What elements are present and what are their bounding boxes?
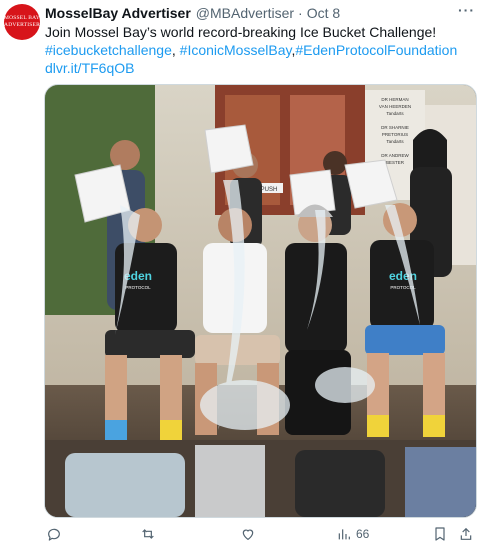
author-name[interactable]: MosselBay Advertiser (45, 5, 191, 21)
avatar-text-line-2: ADVERTISER (4, 22, 40, 28)
action-bar: 66 (44, 520, 475, 548)
author-handle[interactable]: @MBAdvertiser (196, 5, 294, 21)
more-options-icon[interactable]: ··· (458, 2, 475, 18)
tweet-header: MosselBay Advertiser @MBAdvertiser · Oct… (45, 4, 475, 22)
share-icon (460, 527, 472, 540)
hashtag-edenprotocolfoundation[interactable]: #EdenProtocolFoundation (295, 42, 457, 58)
reply-icon (48, 528, 60, 541)
retweet-button[interactable] (140, 526, 156, 542)
like-button[interactable] (240, 526, 256, 542)
views-icon (338, 529, 350, 540)
tweet-photo[interactable]: DR HERMAN VAN HEERDEN Tandarts DR SHARNI… (44, 84, 477, 518)
shirt-logo-sub: PROTOCOL (125, 285, 151, 290)
photo-scene: DR HERMAN VAN HEERDEN Tandarts DR SHARNI… (45, 85, 476, 517)
hashtag-separator: , (171, 42, 180, 58)
bookmark-icon (435, 527, 445, 541)
sign-line: PRETORIUS (382, 132, 408, 137)
separator-dot: · (298, 5, 303, 21)
share-button[interactable] (458, 526, 474, 542)
sign-line: VAN HEERDEN (379, 104, 411, 109)
avatar[interactable]: MOSSEL BAY ADVERTISER (4, 4, 40, 40)
views-count: 66 (356, 527, 370, 541)
like-icon (242, 529, 254, 541)
reply-button[interactable] (46, 526, 62, 542)
sign-line: BESTER (386, 160, 405, 165)
hashtag-iconicmosselbay[interactable]: #IconicMosselBay (180, 42, 292, 58)
sign-line: DR SHARNIE (381, 125, 409, 130)
tweet-text-line: Join Mossel Bay’s world record-breaking … (45, 24, 437, 40)
tweet-text: Join Mossel Bay’s world record-breaking … (45, 23, 475, 77)
sign-line: DR ANDREW (381, 153, 409, 158)
bookmark-button[interactable] (432, 526, 448, 542)
sign-line: DR HERMAN (381, 97, 408, 102)
tweet-link[interactable]: dlvr.it/TF6qOB (45, 60, 134, 76)
avatar-text-line-1: MOSSEL BAY (4, 15, 40, 21)
views-button[interactable]: 66 (336, 526, 369, 542)
hashtags-line: #icebucketchallenge, #IconicMosselBay,#E… (45, 41, 475, 59)
door-sign: PUSH (261, 187, 278, 193)
hashtag-icebucketchallenge[interactable]: #icebucketchallenge (45, 42, 172, 58)
sign-line: Tandarts (386, 139, 404, 144)
tweet-date[interactable]: Oct 8 (307, 5, 340, 21)
sign-line: Tandarts (386, 111, 404, 116)
retweet-icon (142, 529, 154, 539)
